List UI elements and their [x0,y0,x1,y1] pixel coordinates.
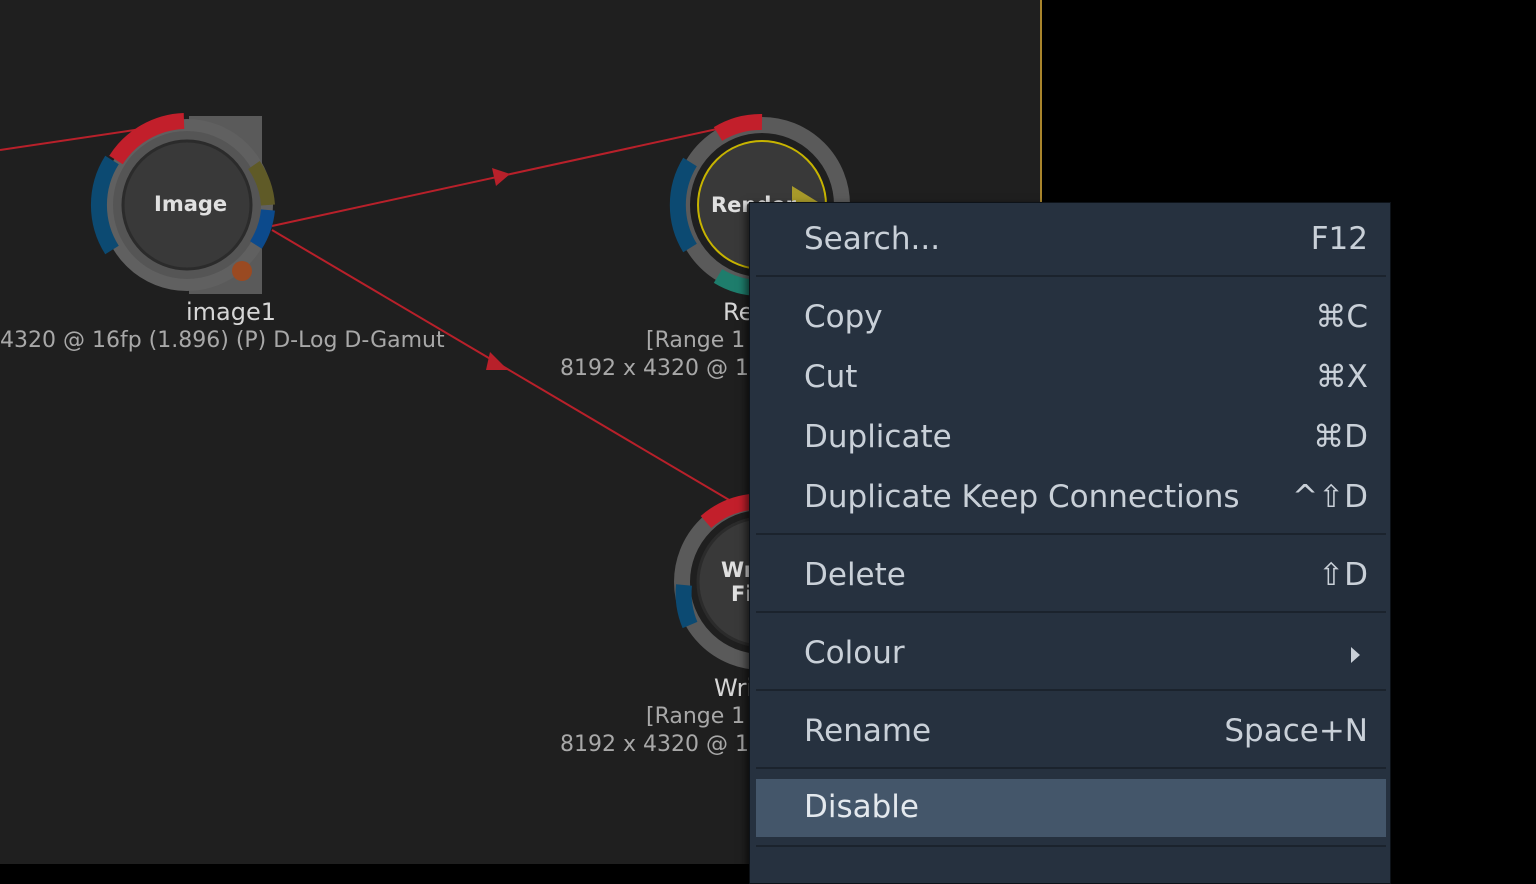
edge-arrow-icon [492,168,510,186]
menu-item-label: Rename [804,713,932,749]
menu-item-search[interactable]: Search... F12 [756,211,1386,269]
menu-item-duplicate-keep-connections[interactable]: Duplicate Keep Connections ^⇧D [756,469,1386,527]
menu-item-shortcut: Space+N [1224,713,1368,749]
node-render-info-size: 8192 x 4320 @ 1 [560,356,749,381]
node-write-label[interactable]: Wri [714,674,753,702]
node-write-info-range: [Range 1 [646,704,746,729]
menu-item-shortcut: ^⇧D [1292,479,1368,515]
menu-item-label: Duplicate [804,419,952,455]
menu-separator [756,767,1386,769]
menu-item-shortcut: ⌘C [1315,299,1368,335]
node-write-info-size: 8192 x 4320 @ 1 [560,732,749,757]
menu-separator [756,533,1386,535]
menu-item-label: Cut [804,359,858,395]
status-dot-icon [232,261,252,281]
menu-item-shortcut: ⌘X [1315,359,1368,395]
menu-separator [756,689,1386,691]
edge-arrow-icon [486,352,508,370]
node-image-label[interactable]: image1 [186,298,276,326]
menu-item-label: Delete [804,557,906,593]
menu-item-shortcut: ⌘D [1313,419,1368,455]
menu-item-rename[interactable]: Rename Space+N [756,703,1386,761]
node-image-info: 4320 @ 16fp (1.896) (P) D-Log D-Gamut [0,328,445,353]
menu-item-cut[interactable]: Cut ⌘X [756,349,1386,407]
menu-item-delete[interactable]: Delete ⇧D [756,547,1386,605]
context-menu: Search... F12 Copy ⌘C Cut ⌘X Duplicate ⌘… [749,202,1391,884]
menu-item-duplicate[interactable]: Duplicate ⌘D [756,409,1386,467]
menu-item-disable[interactable]: Disable [756,779,1386,837]
menu-separator [756,845,1386,847]
menu-item-colour[interactable]: Colour [756,625,1386,683]
node-render-info-range: [Range 1 [646,328,746,353]
menu-item-label: Disable [804,789,919,825]
submenu-arrow-icon [1351,647,1360,663]
menu-item-label: Copy [804,299,883,335]
menu-separator [756,611,1386,613]
menu-item-label: Colour [804,635,905,671]
menu-item-label: Search... [804,221,941,257]
menu-item-shortcut: ⇧D [1318,557,1368,593]
menu-separator [756,275,1386,277]
menu-item-label: Duplicate Keep Connections [804,479,1240,515]
menu-item-copy[interactable]: Copy ⌘C [756,289,1386,347]
node-image-title: Image [154,192,228,216]
menu-item-shortcut: F12 [1310,221,1368,257]
